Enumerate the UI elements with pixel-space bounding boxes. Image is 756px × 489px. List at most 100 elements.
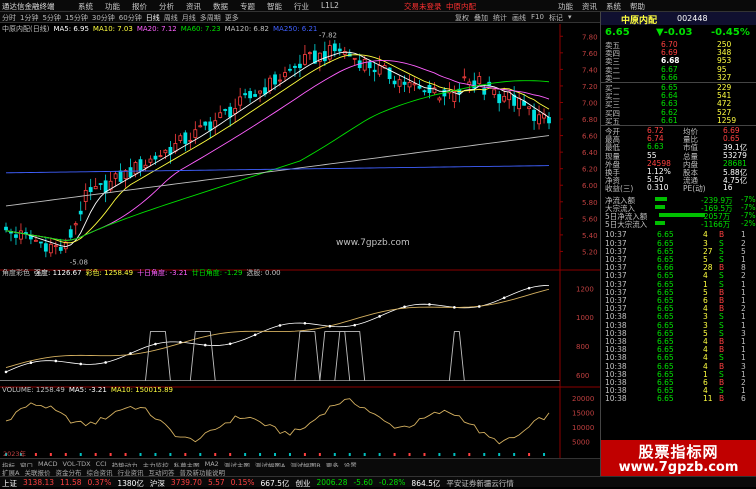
volume-bar [124, 453, 127, 456]
candle-body [173, 143, 178, 152]
tick-row: 10:37 6.65 27 S 5 [601, 247, 756, 256]
status-item: 3739.70 [170, 478, 202, 487]
price-tick: 6.80 [582, 116, 598, 124]
price-tick: 5.20 [582, 248, 598, 256]
cell: 16 [723, 183, 733, 193]
top-menu-item[interactable]: 帮助 [630, 1, 645, 12]
period-tab[interactable]: 15分钟 [65, 13, 88, 23]
period-tab[interactable]: 月线 [182, 13, 196, 23]
tick-row: 10:38 6.65 5 S 3 [601, 329, 756, 338]
candle-body [143, 164, 148, 169]
price-tick: 6.20 [582, 166, 598, 174]
flow-bar [659, 213, 705, 217]
menu-item[interactable]: 报价 [132, 1, 147, 12]
menu-item[interactable]: 功能 [105, 1, 120, 12]
volume-bar [274, 453, 277, 456]
candle-body [58, 246, 63, 251]
candle-body [14, 234, 18, 238]
period-tab[interactable]: 60分钟 [119, 13, 142, 23]
ma-line [5, 80, 550, 241]
candle-body [402, 81, 407, 85]
volume-bar [303, 453, 306, 456]
candle-body [98, 183, 103, 185]
period-tab[interactable]: 30分钟 [92, 13, 115, 23]
volume-bar [408, 453, 411, 456]
tick-row: 10:37 6.65 6 B 1 [601, 296, 756, 305]
chart-tool[interactable]: 叠加 [474, 13, 488, 23]
candle-body [352, 57, 357, 60]
volume-bar [543, 453, 546, 456]
menu-item[interactable]: 专题 [240, 1, 255, 12]
menu-item[interactable]: 分析 [159, 1, 174, 12]
volume-bar [498, 453, 501, 456]
candle-body [397, 79, 402, 87]
chart-tool[interactable]: 统计 [493, 13, 507, 23]
top-menu-item[interactable]: 资讯 [582, 1, 597, 12]
strength-dot [453, 306, 456, 309]
menu-item[interactable]: 行业 [294, 1, 309, 12]
cell: -1166万 [701, 220, 731, 230]
period-tab[interactable]: 多周期 [200, 13, 221, 23]
legend-item: 十日角度: -3.21 [137, 269, 188, 277]
volume-bar [214, 453, 217, 456]
volume-bar [393, 453, 396, 456]
candle-body [367, 61, 372, 69]
volume-legend: VOLUME: 1258.49 MA5: -3.21 MA10: 150015.89 [2, 386, 177, 394]
strength-dot [403, 305, 406, 309]
candle-body [93, 186, 98, 190]
period-tab[interactable]: 分时 [2, 13, 16, 23]
price-tick: 7.80 [582, 33, 598, 41]
strength-dot [54, 359, 58, 363]
indicator-tick: 600 [576, 372, 589, 380]
volume-bar [438, 453, 441, 456]
chart-tool[interactable]: ▾ [568, 13, 572, 23]
chart-tool[interactable]: F10 [531, 13, 544, 23]
menu-item[interactable]: 智能 [267, 1, 282, 12]
volume-bar [64, 453, 67, 456]
menu-item[interactable]: 资讯 [186, 1, 201, 12]
stat-row: 最低 6.63 市值 39.1亿 [601, 142, 756, 152]
period-tab[interactable]: 更多 [225, 13, 239, 23]
cell: 0.310 [647, 183, 669, 193]
volume-bar [199, 453, 202, 456]
tick-row: 10:37 6.65 4 S 2 [601, 271, 756, 280]
candle-body [88, 187, 93, 193]
candle-body [492, 89, 497, 95]
login-status[interactable]: 交易未登录 [404, 1, 442, 12]
tick-row: 10:38 6.65 4 B 3 [601, 362, 756, 371]
candle-body [472, 80, 477, 89]
ma120-line [5, 135, 550, 207]
strength-dot [527, 286, 531, 290]
flow-row: 净流入额 -239.9万 -7% [601, 195, 756, 205]
ask-row: 卖五 6.70 250 [601, 40, 756, 50]
menu-item[interactable]: 数据 [213, 1, 228, 12]
period-tab[interactable]: 5分钟 [42, 13, 60, 23]
period-tab[interactable]: 日线 [146, 13, 160, 23]
legend-item: 中原内配(日线) [2, 25, 50, 33]
status-item: 平安证券新疆云行情 [446, 479, 514, 488]
top-menu-item[interactable]: 系统 [606, 1, 621, 12]
period-tab[interactable]: 周线 [164, 13, 178, 23]
volume-bar [423, 453, 426, 456]
volume-bar [94, 453, 97, 456]
legend-item: MA5: 6.95 [53, 25, 89, 33]
candle-body [148, 158, 153, 163]
candle-body [377, 65, 382, 75]
menu-item[interactable]: 系统 [78, 1, 93, 12]
chart-tool[interactable]: 画线 [512, 13, 526, 23]
flow-bar [655, 196, 667, 201]
tick-row: 10:38 6.65 4 S 1 [601, 353, 756, 362]
ask-row: 卖四 6.69 348 [601, 48, 756, 58]
chart-tools: 复权 叠加 统计 画线 F10 标记 ▾ [455, 13, 571, 23]
top-menu-item[interactable]: 功能 [558, 1, 573, 12]
candle-body [293, 65, 297, 68]
period-tab[interactable]: 1分钟 [20, 13, 38, 23]
chart-tool[interactable]: 标记 [549, 13, 563, 23]
strength-dot [79, 362, 83, 366]
volume-bar [513, 453, 516, 456]
candle-body [362, 58, 367, 71]
chart-tool[interactable]: 复权 [455, 13, 469, 23]
menu-item[interactable]: L1L2 [321, 1, 339, 12]
candle-body [73, 223, 78, 226]
bid-row: 买二 6.64 541 [601, 91, 756, 101]
